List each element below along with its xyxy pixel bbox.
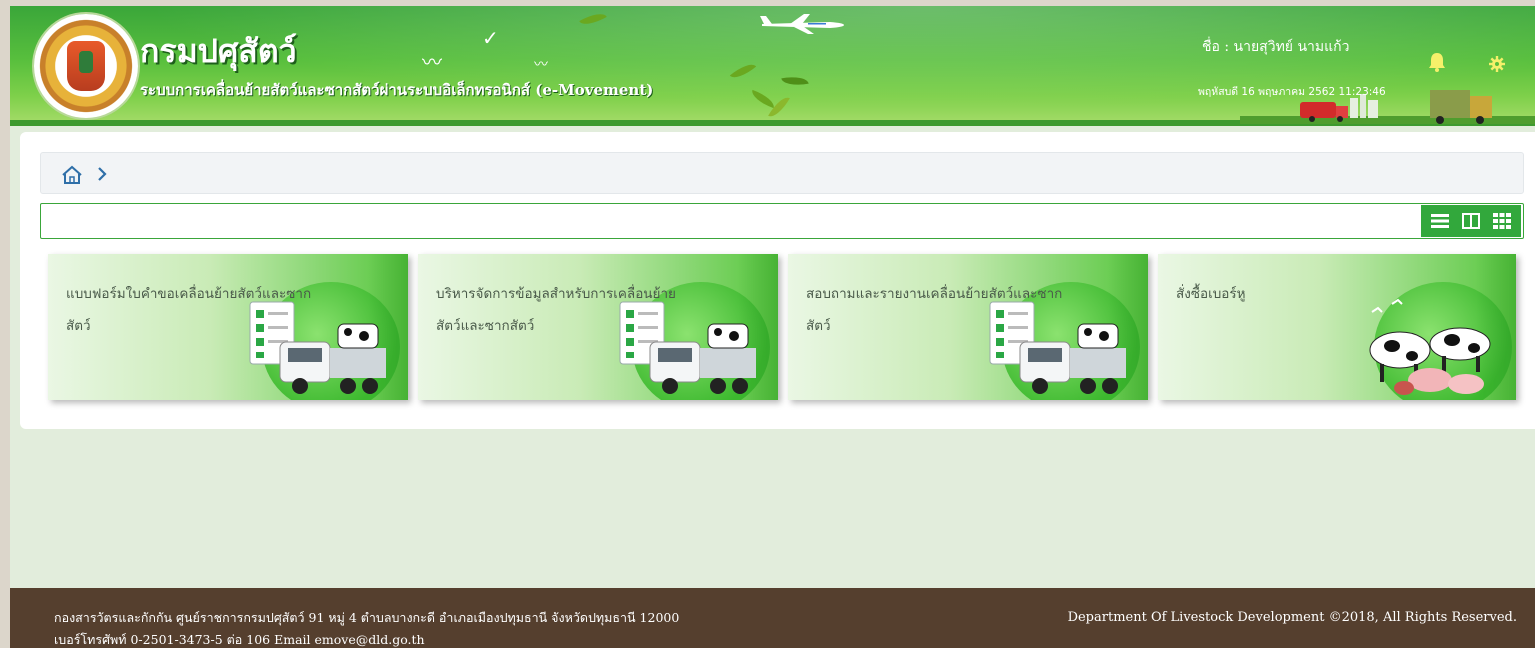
- grid-view-button[interactable]: [1491, 210, 1513, 232]
- breadcrumb: [40, 152, 1524, 194]
- livestock-icon: [1369, 298, 1491, 395]
- list-view-icon: [1431, 214, 1450, 228]
- dld-logo: [34, 14, 138, 118]
- footer-copyright: Department Of Livestock Development ©201…: [1067, 610, 1517, 625]
- tile-order-ear-tags[interactable]: สั่งซื้อเบอร์หู: [1158, 254, 1516, 400]
- search-bar: [40, 203, 1524, 239]
- footer-address: กองสารวัตรและกักกัน ศูนย์ราชการกรมปศุสัต…: [54, 610, 680, 625]
- truck-checklist-icon: [619, 301, 756, 394]
- chevron-right-icon: [98, 167, 107, 181]
- user-info: ชื่อ : นายสุวิทย์ นามแก้ว: [1202, 36, 1349, 58]
- org-name: กรมปศุสัตว์: [140, 32, 297, 70]
- tile-title: สั่งซื้อเบอร์หู: [1176, 286, 1246, 302]
- view-toggle-group: [1421, 205, 1521, 237]
- bird-icon: ✓: [482, 26, 499, 50]
- user-name: ชื่อ : นายสุวิทย์ นามแก้ว: [1202, 39, 1350, 55]
- truck-checklist-icon: [989, 301, 1126, 394]
- tile-movement-inquiry-report[interactable]: สอบถามและรายงานเคลื่อนย้ายสัตว์และซากสัต…: [788, 254, 1148, 400]
- current-datetime: พฤหัสบดี 16 พฤษภาคม 2562 11:23:46: [1198, 86, 1386, 98]
- split-view-button[interactable]: [1460, 210, 1482, 232]
- bird-icon: 〰: [534, 57, 548, 73]
- search-input[interactable]: [45, 206, 1415, 236]
- footer-contact: เบอร์โทรศัพท์ 0-2501-3473-5 ต่อ 106 Emai…: [54, 632, 425, 647]
- grid-view-icon: [1492, 213, 1511, 229]
- split-view-icon: [1461, 213, 1480, 229]
- footer: กองสารวัตรและกักกัน ศูนย์ราชการกรมปศุสัต…: [10, 588, 1535, 648]
- tile-movement-data-management[interactable]: บริหารจัดการข้อมูลสำหรับการเคลื่อนย้ายสั…: [418, 254, 778, 400]
- airplane-icon: [760, 14, 844, 34]
- bell-icon[interactable]: [1428, 52, 1446, 72]
- list-view-button[interactable]: [1429, 210, 1451, 232]
- bird-icon: 〰: [422, 50, 442, 74]
- tile-movement-request-form[interactable]: แบบฟอร์มใบคำขอเคลื่อนย้ายสัตว์และซากสัตว…: [48, 254, 408, 400]
- truck-checklist-icon: [249, 301, 386, 394]
- gear-icon[interactable]: [1489, 56, 1505, 72]
- home-icon[interactable]: [61, 165, 83, 185]
- system-name: ระบบการเคลื่อนย้ายสัตว์และซากสัตว์ผ่านระ…: [140, 81, 654, 99]
